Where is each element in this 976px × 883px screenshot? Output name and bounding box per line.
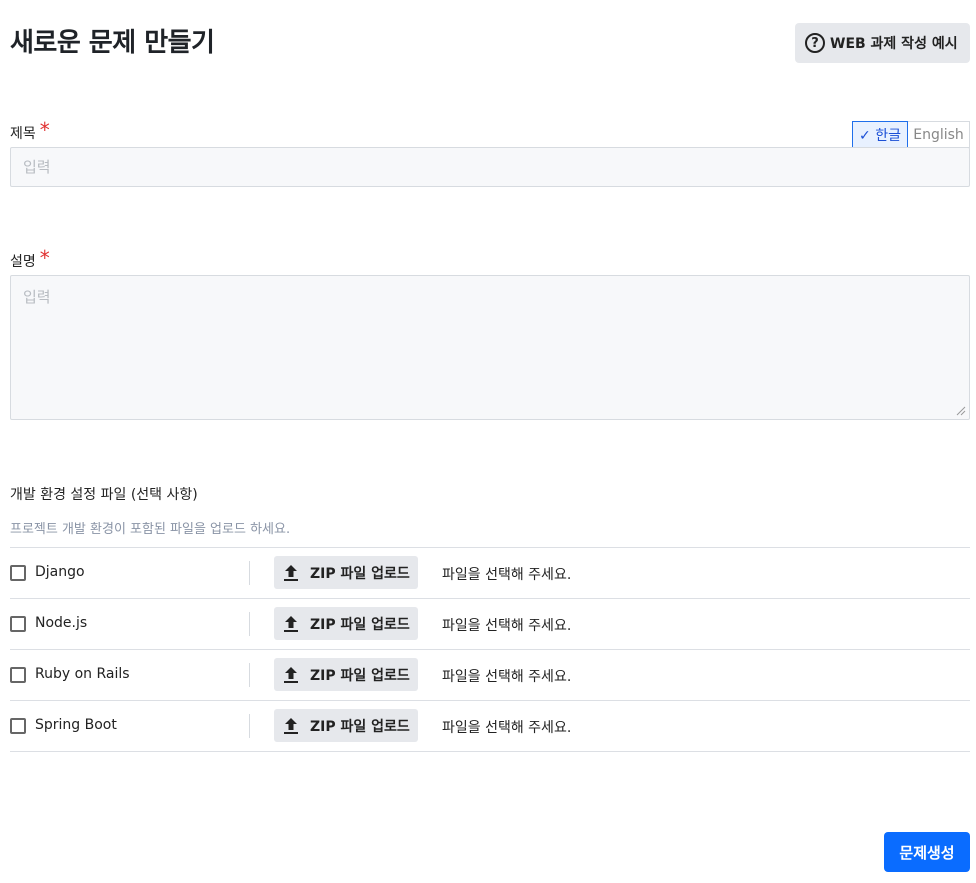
env-name: Django	[35, 564, 85, 580]
divider	[249, 612, 250, 636]
description-label: 설명 *	[10, 246, 50, 271]
title-input[interactable]	[10, 147, 970, 187]
divider	[249, 561, 250, 585]
zip-upload-button[interactable]: ZIP 파일 업로드	[274, 658, 418, 691]
file-status: 파일을 선택해 주세요.	[442, 567, 572, 583]
upload-icon	[284, 717, 298, 734]
web-example-button[interactable]: ? WEB 과제 작성 예시	[795, 23, 970, 63]
zip-upload-button[interactable]: ZIP 파일 업로드	[274, 709, 418, 742]
resize-grip-icon[interactable]	[956, 406, 966, 416]
file-status: 파일을 선택해 주세요.	[442, 720, 572, 736]
zip-upload-label: ZIP 파일 업로드	[310, 565, 410, 582]
required-mark: *	[39, 246, 50, 270]
zip-upload-label: ZIP 파일 업로드	[310, 616, 410, 633]
language-toggle: ✓ 한글 English	[852, 121, 970, 148]
description-label-text: 설명	[10, 254, 36, 270]
env-row-ruby-on-rails: Ruby on Rails ZIP 파일 업로드 파일을 선택해 주세요.	[10, 650, 970, 701]
env-files-table: Django ZIP 파일 업로드 파일을 선택해 주세요. Node.js Z…	[10, 547, 970, 752]
env-checkbox-nodejs[interactable]	[10, 616, 26, 632]
env-files-hint: 프로젝트 개발 환경이 포함된 파일을 업로드 하세요.	[10, 522, 291, 537]
web-example-button-label: WEB 과제 작성 예시	[830, 36, 958, 52]
env-row-django: Django ZIP 파일 업로드 파일을 선택해 주세요.	[10, 548, 970, 599]
create-problem-button[interactable]: 문제생성	[884, 832, 970, 872]
divider	[249, 714, 250, 738]
description-textarea[interactable]	[10, 275, 970, 420]
zip-upload-label: ZIP 파일 업로드	[310, 667, 410, 684]
env-checkbox-ruby-on-rails[interactable]	[10, 667, 26, 683]
lang-option-english[interactable]: English	[908, 121, 970, 148]
env-name: Node.js	[35, 615, 88, 631]
upload-icon	[284, 564, 298, 581]
env-name: Spring Boot	[35, 717, 117, 733]
upload-icon	[284, 666, 298, 683]
upload-icon	[284, 615, 298, 632]
help-circle-icon: ?	[805, 33, 825, 53]
env-checkbox-spring-boot[interactable]	[10, 718, 26, 734]
file-status: 파일을 선택해 주세요.	[442, 669, 572, 685]
zip-upload-button[interactable]: ZIP 파일 업로드	[274, 607, 418, 640]
env-row-spring-boot: Spring Boot ZIP 파일 업로드 파일을 선택해 주세요.	[10, 701, 970, 752]
zip-upload-label: ZIP 파일 업로드	[310, 718, 410, 735]
env-files-label: 개발 환경 설정 파일 (선택 사항)	[10, 487, 198, 503]
zip-upload-button[interactable]: ZIP 파일 업로드	[274, 556, 418, 589]
title-label: 제목 *	[10, 118, 50, 143]
divider	[249, 663, 250, 687]
title-label-text: 제목	[10, 126, 36, 142]
env-row-nodejs: Node.js ZIP 파일 업로드 파일을 선택해 주세요.	[10, 599, 970, 650]
lang-option-korean[interactable]: ✓ 한글	[852, 121, 908, 148]
page-title: 새로운 문제 만들기	[10, 28, 215, 58]
env-checkbox-django[interactable]	[10, 565, 26, 581]
env-name: Ruby on Rails	[35, 666, 130, 682]
required-mark: *	[39, 118, 50, 142]
file-status: 파일을 선택해 주세요.	[442, 618, 572, 634]
